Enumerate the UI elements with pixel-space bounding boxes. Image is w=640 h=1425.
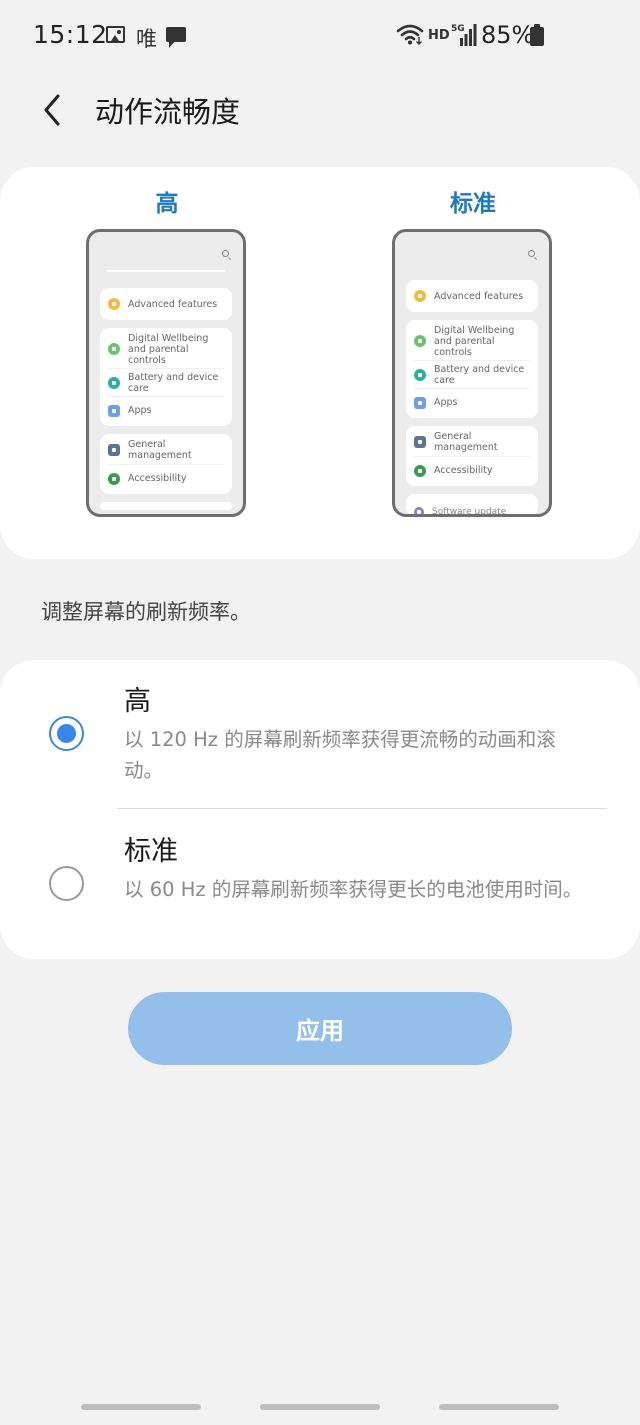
battery-percent: 85% bbox=[481, 21, 535, 49]
wifi-icon bbox=[396, 24, 424, 45]
phone-item-apps: Apps bbox=[108, 396, 224, 424]
preview-label-standard: 标准 bbox=[450, 191, 496, 217]
option-title-standard: 标准 bbox=[124, 836, 178, 867]
apps-icon bbox=[414, 396, 426, 409]
nav-back-button[interactable] bbox=[439, 1404, 559, 1410]
search-icon bbox=[222, 250, 229, 257]
radio-standard[interactable] bbox=[49, 866, 84, 901]
option-desc-high: 以 120 Hz 的屏幕刷新频率获得更流畅的动画和滚动。 bbox=[124, 728, 556, 782]
options-card: 高 以 120 Hz 的屏幕刷新频率获得更流畅的动画和滚动。 标准 以 60 H… bbox=[0, 660, 640, 959]
network-hd: HD bbox=[428, 28, 450, 43]
phone-item-general: General management bbox=[414, 428, 530, 456]
phone-mockup-standard: Advanced features Digital Wellbeing and … bbox=[392, 229, 552, 517]
phone-item-battery: Battery and device care bbox=[414, 360, 530, 388]
phone-item-accessibility: Accessibility bbox=[414, 456, 530, 484]
option-standard[interactable]: 标准 以 60 Hz 的屏幕刷新频率获得更长的电池使用时间。 bbox=[0, 832, 640, 952]
phone-item-wellbeing: Digital Wellbeing and parental controls bbox=[414, 322, 530, 360]
phone-mockup-high: Advanced features Digital Wellbeing and … bbox=[86, 229, 246, 517]
phone-item-software-partial: Software update bbox=[406, 494, 538, 514]
gallery-icon bbox=[106, 26, 125, 43]
description-text: 调整屏幕的刷新频率。 bbox=[41, 600, 251, 624]
network-type: 5G bbox=[451, 24, 465, 34]
page-title: 动作流畅度 bbox=[95, 95, 241, 129]
option-high[interactable]: 高 以 120 Hz 的屏幕刷新频率获得更流畅的动画和滚动。 bbox=[0, 682, 640, 809]
accessibility-icon bbox=[414, 464, 426, 477]
radio-high[interactable] bbox=[49, 716, 84, 751]
accessibility-icon bbox=[108, 472, 120, 485]
search-icon bbox=[528, 250, 535, 257]
preview-label-high: 高 bbox=[155, 191, 179, 217]
wellbeing-icon bbox=[414, 335, 426, 347]
apply-button[interactable]: 应用 bbox=[128, 992, 512, 1065]
preview-standard: 标准 Advanced features Digital Wellbeing a… bbox=[392, 189, 554, 517]
device-care-icon bbox=[108, 376, 120, 389]
phone-item-battery: Battery and device care bbox=[108, 368, 224, 396]
phone-item-advanced: Advanced features bbox=[414, 282, 530, 310]
phone-item-apps: Apps bbox=[414, 388, 530, 416]
header: 动作流畅度 bbox=[0, 80, 640, 136]
advanced-features-icon bbox=[108, 298, 120, 310]
nav-home-button[interactable] bbox=[260, 1404, 380, 1410]
phone-item-accessibility: Accessibility bbox=[108, 464, 224, 492]
phone-item-advanced: Advanced features bbox=[108, 290, 224, 318]
nav-recents-button[interactable] bbox=[81, 1404, 201, 1410]
software-update-icon bbox=[414, 507, 424, 514]
wellbeing-icon bbox=[108, 343, 120, 355]
battery-icon bbox=[530, 24, 544, 46]
advanced-features-icon bbox=[414, 290, 426, 302]
phone-item-wellbeing: Digital Wellbeing and parental controls bbox=[108, 330, 224, 368]
preview-card: 高 Advanced features Digital Wellbeing an… bbox=[0, 167, 640, 559]
divider bbox=[117, 808, 607, 809]
status-bar: 15:12 唯 HD 5G 85% bbox=[0, 0, 640, 72]
message-icon bbox=[166, 27, 186, 48]
general-management-icon bbox=[108, 444, 120, 456]
notification-char: 唯 bbox=[136, 27, 157, 51]
signal-icon: 5G bbox=[451, 24, 477, 46]
general-management-icon bbox=[414, 436, 426, 448]
option-desc-standard: 以 60 Hz 的屏幕刷新频率获得更长的电池使用时间。 bbox=[124, 878, 583, 901]
navigation-bar bbox=[0, 1395, 640, 1425]
chevron-left-icon bbox=[44, 94, 60, 126]
status-time: 15:12 bbox=[33, 20, 108, 49]
preview-high: 高 Advanced features Digital Wellbeing an… bbox=[86, 189, 248, 517]
option-title-high: 高 bbox=[124, 686, 151, 717]
back-button[interactable] bbox=[34, 86, 74, 130]
apps-icon bbox=[108, 404, 120, 417]
phone-item-general: General management bbox=[108, 436, 224, 464]
device-care-icon bbox=[414, 368, 426, 381]
